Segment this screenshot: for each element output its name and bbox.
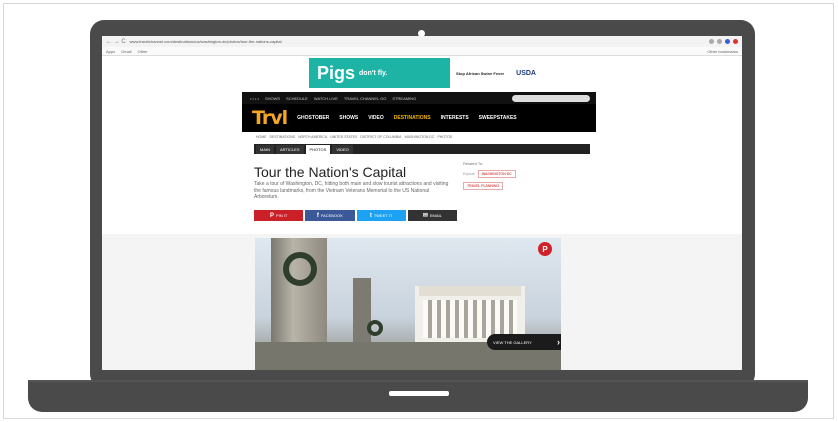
related-label: Explore [463,172,475,176]
star-icon[interactable] [717,39,722,44]
utility-nav-item[interactable]: SCHEDULE [286,96,308,101]
laptop-base [28,382,808,412]
memorial-roof [419,286,521,296]
gallery-photo[interactable]: VIEW THE GALLERY › [255,238,561,370]
pinterest-share-button[interactable]: P PIN IT [254,210,304,221]
ad-tagline: don't fly. [359,69,388,77]
ad-headline: Pigs [317,62,356,83]
breadcrumb-item[interactable]: UNITED STATES [330,135,357,141]
ad-panel: Stop African Swine Fever USDA [450,58,542,88]
wreath [367,320,383,336]
nav-item-interests[interactable]: INTERESTS [441,115,469,121]
banner-ad[interactable]: Pigs don't fly. Stop African Swine Fever… [309,58,542,88]
tab-photos[interactable]: PHOTOS [305,144,331,154]
share-bar: P PIN IT f FACEBOOK t TWEET IT ✉ EMAIL [254,210,457,221]
view-gallery-label: VIEW THE GALLERY [493,339,532,345]
pinterest-icon: P [269,212,274,219]
wreath [283,252,317,286]
extension-icon[interactable] [709,39,714,44]
menu-icon[interactable] [733,39,738,44]
laptop-screen: ← → C www.travelchannel.com/destinations… [102,36,742,370]
related-heading: Related To: [463,161,484,166]
memorial-columns [423,300,517,338]
breadcrumb-item[interactable]: DESTINATIONS [270,135,296,141]
browser-address-bar[interactable]: ← → C www.travelchannel.com/destinations… [102,36,742,47]
utility-nav-item[interactable]: TRAVEL CHANNEL GO [344,96,387,101]
share-label: FACEBOOK [320,213,343,218]
breadcrumb-item[interactable]: WASHINGTON DC [405,135,435,141]
pin-it-badge[interactable]: P [538,242,552,256]
nav-item-video[interactable]: VIDEO [368,115,384,121]
related-row: TRAVEL PLANNING [463,182,563,190]
bookmarks-bar: Apps Gmail Other Other bookmarks [102,47,742,56]
tab-articles[interactable]: ARTICLES [276,144,304,154]
nav-item-shows[interactable]: SHOWS [339,115,358,121]
profile-icon[interactable] [725,39,730,44]
related-row: Explore WASHINGTON DC [463,170,563,178]
browser-extensions [709,39,742,44]
utility-nav: • • • • SHOWS SCHEDULE WATCH LIVE TRAVEL… [242,92,596,104]
share-label: PIN IT [275,213,288,218]
share-label: EMAIL [429,213,442,218]
bookmark-item[interactable]: Other [138,49,148,54]
view-gallery-button[interactable]: VIEW THE GALLERY › [487,334,561,350]
ad-sponsor: USDA [516,69,536,77]
url-text[interactable]: www.travelchannel.com/destinations/us/wa… [130,39,282,44]
utility-nav-item[interactable]: WATCH LIVE [314,96,338,101]
email-icon: ✉ [422,213,428,219]
section-tabs: MAIN ARTICLES PHOTOS VIDEO [254,144,590,154]
related-topics: Related To: Explore WASHINGTON DC TRAVEL… [463,161,563,190]
facebook-icon: f [316,212,319,219]
breadcrumb: HOME DESTINATIONS NORTH AMERICA UNITED S… [256,135,576,141]
main-nav: Trvl GHOSTOBER SHOWS VIDEO DESTINATIONS … [242,104,596,132]
nav-item-ghostober[interactable]: GHOSTOBER [297,115,329,121]
tab-main[interactable]: MAIN [256,144,274,154]
social-icons[interactable]: • • • • [250,96,259,101]
laptop-notch [389,391,449,396]
breadcrumb-item[interactable]: PHOTOS [437,135,452,141]
related-tag[interactable]: WASHINGTON DC [477,170,516,178]
other-bookmarks[interactable]: Other bookmarks [707,49,742,54]
breadcrumb-item[interactable]: NORTH AMERICA [298,135,327,141]
facebook-share-button[interactable]: f FACEBOOK [305,210,355,221]
nav-item-sweepstakes[interactable]: SWEEPSTAKES [479,115,517,121]
page-title: Tour the Nation's Capital [254,164,407,180]
pinterest-icon: P [542,244,548,254]
bookmark-item[interactable]: Apps [106,49,115,54]
ad-cta: Stop African Swine Fever [456,70,505,76]
twitter-share-button[interactable]: t TWEET IT [356,210,406,221]
breadcrumb-item[interactable]: HOME [256,135,267,141]
search-input[interactable] [512,94,590,102]
tab-video[interactable]: VIDEO [332,144,353,154]
twitter-icon: t [369,212,372,219]
bookmark-item[interactable]: Gmail [121,49,131,54]
nav-item-destinations[interactable]: DESTINATIONS [394,115,431,121]
trvl-logo[interactable]: Trvl [252,107,288,129]
email-share-button[interactable]: ✉ EMAIL [407,210,457,221]
utility-nav-item[interactable]: SHOWS [265,96,280,101]
article-description: Take a tour of Washington, DC, hitting b… [254,181,449,200]
chevron-right-icon: › [557,337,560,347]
related-tag[interactable]: TRAVEL PLANNING [463,182,504,190]
share-label: TWEET IT [373,213,393,218]
utility-nav-item[interactable]: STREAMING [392,96,416,101]
breadcrumb-item[interactable]: DISTRICT OF COLUMBIA [360,135,401,141]
browser-nav-icons[interactable]: ← → C [106,39,126,45]
